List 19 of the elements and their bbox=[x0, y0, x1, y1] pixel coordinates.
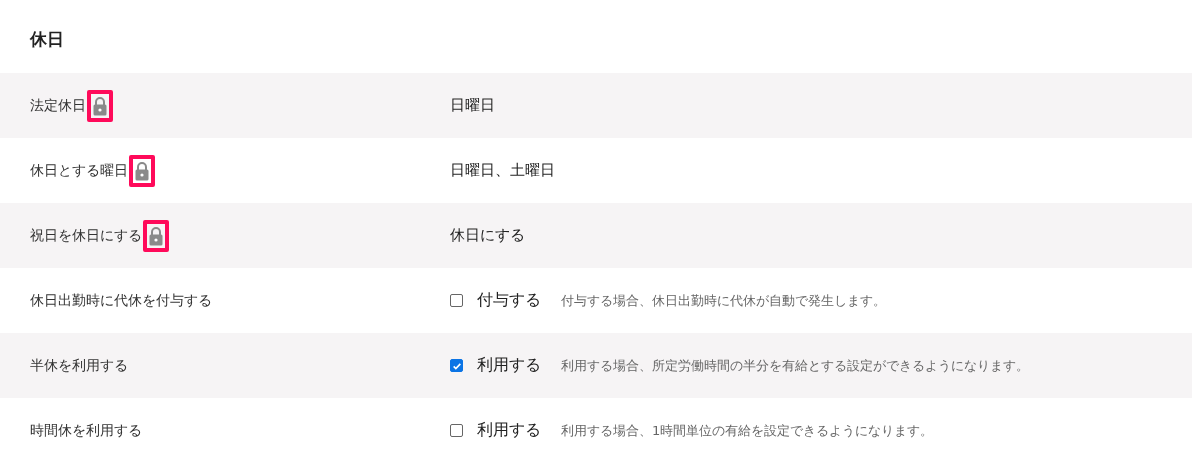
section-title: 休日 bbox=[29, 28, 65, 51]
hint-text: 利用する場合、1時間単位の有給を設定できるようになります。 bbox=[561, 421, 934, 440]
setting-value: 日曜日 bbox=[450, 96, 495, 115]
checkbox[interactable] bbox=[450, 359, 463, 372]
setting-label: 休日とする曜日 bbox=[30, 161, 128, 180]
setting-label: 法定休日 bbox=[30, 96, 86, 115]
setting-value: 休日にする bbox=[450, 226, 525, 245]
setting-label: 休日出勤時に代休を付与する bbox=[30, 291, 212, 310]
setting-value: 日曜日、土曜日 bbox=[450, 161, 555, 180]
setting-label: 半休を利用する bbox=[30, 356, 128, 375]
checkbox[interactable] bbox=[450, 294, 463, 307]
setting-label: 時間休を利用する bbox=[30, 421, 142, 440]
setting-label: 祝日を休日にする bbox=[30, 226, 142, 245]
checkbox[interactable] bbox=[450, 424, 463, 437]
hint-text: 利用する場合、所定労働時間の半分を有給とする設定ができるようになります。 bbox=[561, 356, 1029, 375]
checkbox-label[interactable]: 利用する bbox=[477, 420, 541, 441]
hint-text: 付与する場合、休日出勤時に代休が自動で発生します。 bbox=[561, 291, 886, 310]
checkbox-label[interactable]: 利用する bbox=[477, 355, 541, 376]
checkbox-label[interactable]: 付与する bbox=[477, 290, 541, 311]
